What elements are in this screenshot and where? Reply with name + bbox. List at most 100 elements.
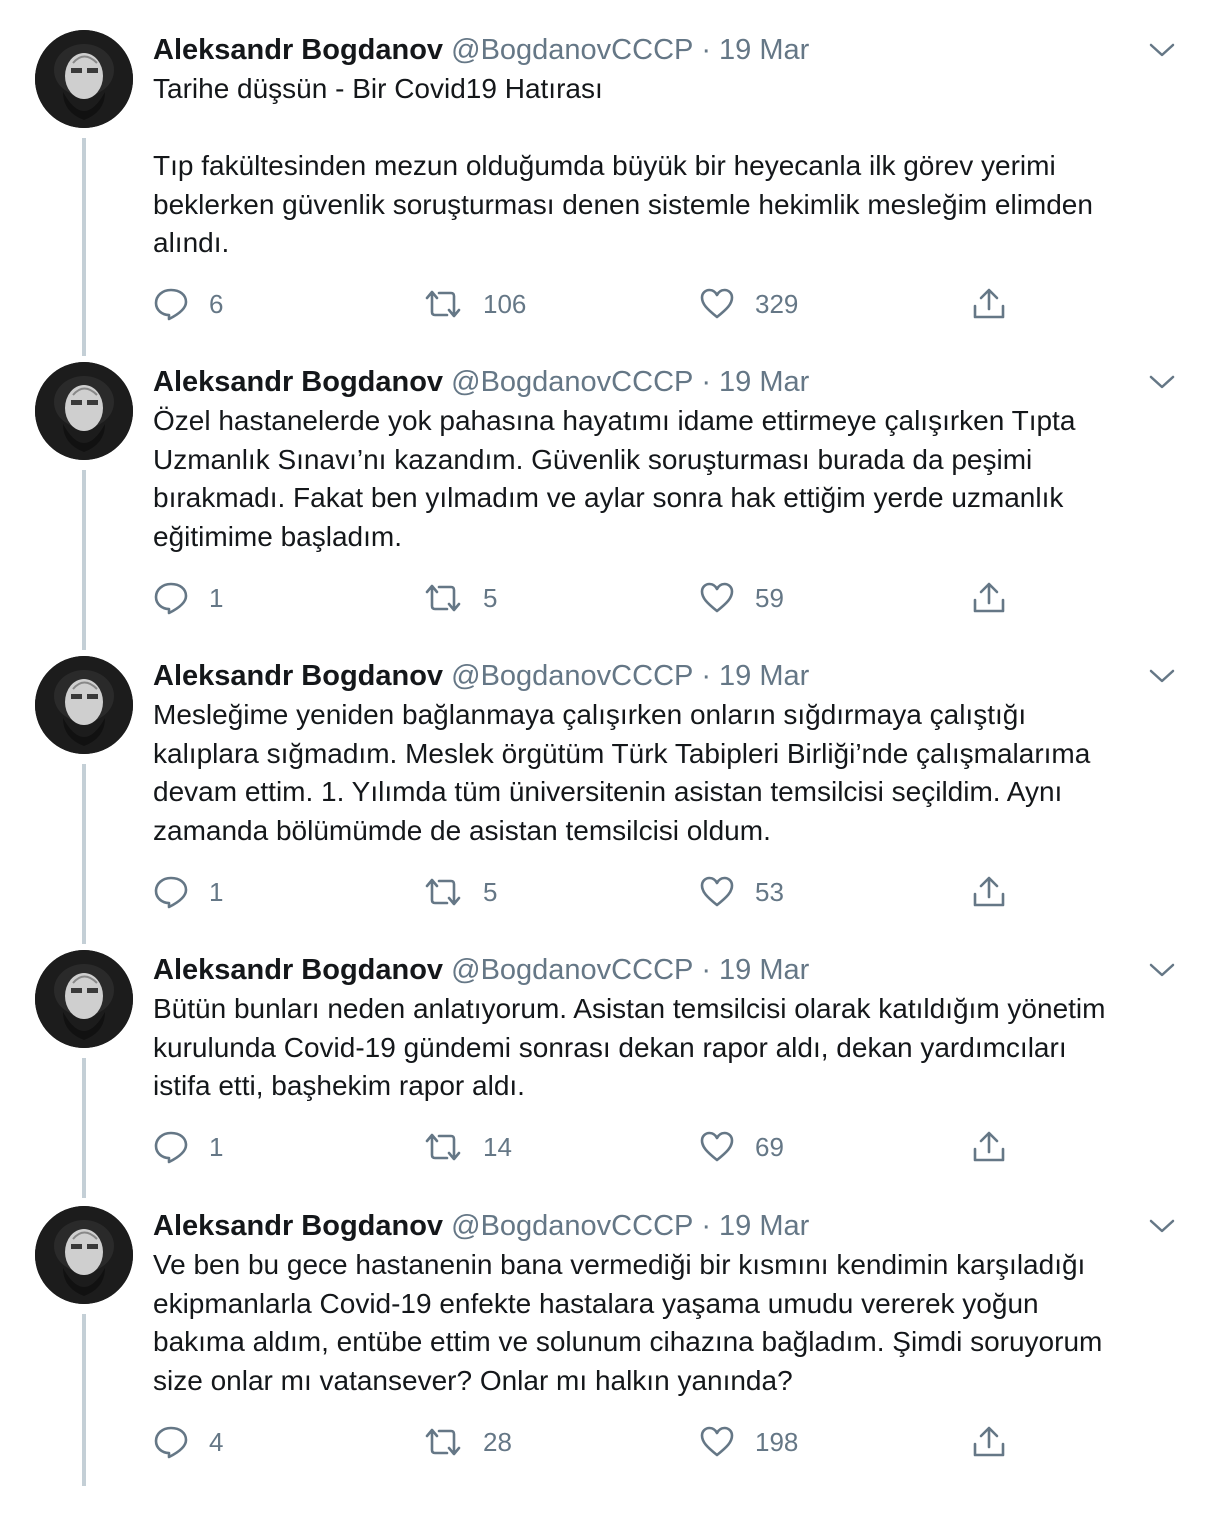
author-name[interactable]: Aleksandr Bogdanov (153, 366, 443, 398)
share-icon (971, 1424, 1007, 1460)
chevron-down-icon[interactable] (1148, 666, 1176, 686)
share-icon (971, 286, 1007, 322)
thread-line (82, 138, 86, 356)
tweet-text: Ve ben bu gece hastanenin bana vermediği… (153, 1249, 1103, 1396)
tweet-date[interactable]: 19 Mar (719, 34, 809, 66)
retweet-button[interactable]: 14 (423, 1127, 512, 1167)
reply-count: 1 (209, 1131, 224, 1162)
separator-dot: · (701, 954, 712, 986)
separator-dot: · (701, 660, 712, 692)
reply-icon (153, 1129, 189, 1165)
reply-icon (153, 874, 189, 910)
chevron-down-icon[interactable] (1148, 372, 1176, 392)
reply-button[interactable]: 6 (153, 284, 223, 324)
retweet-count: 5 (483, 876, 498, 907)
reply-count: 4 (209, 1426, 224, 1457)
reply-icon (153, 286, 189, 322)
tweet-actions: 1 14 69 (153, 1127, 1053, 1167)
thread-line (82, 1314, 86, 1486)
tweet-text: Bütün bunları neden anlatıyorum. Asistan… (153, 993, 1106, 1101)
avatar[interactable] (35, 1206, 133, 1304)
reply-button[interactable]: 4 (153, 1422, 223, 1462)
retweet-count: 28 (483, 1426, 512, 1457)
like-button[interactable]: 53 (699, 872, 784, 912)
heart-icon (699, 1424, 735, 1460)
author-handle[interactable]: @BogdanovCCCP (451, 34, 693, 66)
retweet-icon (423, 580, 463, 616)
thread-line (82, 764, 86, 944)
tweet-actions: 4 28 198 (153, 1422, 1053, 1462)
heart-icon (699, 286, 735, 322)
like-button[interactable]: 69 (699, 1127, 784, 1167)
avatar[interactable] (35, 362, 133, 460)
share-button[interactable] (971, 578, 1007, 618)
tweet-header: Aleksandr Bogdanov @BogdanovCCCP · 19 Mar (153, 362, 809, 402)
heart-icon (699, 1129, 735, 1165)
tweet-text: Mesleğime yeniden bağlanmaya çalışırken … (153, 699, 1091, 846)
share-icon (971, 874, 1007, 910)
author-handle[interactable]: @BogdanovCCCP (451, 660, 693, 692)
reply-count: 1 (209, 876, 224, 907)
tweet-date[interactable]: 19 Mar (719, 366, 809, 398)
like-button[interactable]: 198 (699, 1422, 798, 1462)
like-button[interactable]: 329 (699, 284, 798, 324)
reply-button[interactable]: 1 (153, 872, 223, 912)
retweet-icon (423, 1129, 463, 1165)
separator-dot: · (701, 34, 712, 66)
chevron-down-icon[interactable] (1148, 40, 1176, 60)
reply-count: 1 (209, 582, 224, 613)
reply-button[interactable]: 1 (153, 1127, 223, 1167)
reply-button[interactable]: 1 (153, 578, 223, 618)
tweet-date[interactable]: 19 Mar (719, 1210, 809, 1242)
share-button[interactable] (971, 284, 1007, 324)
retweet-count: 14 (483, 1131, 512, 1162)
separator-dot: · (701, 1210, 712, 1242)
retweet-button[interactable]: 106 (423, 284, 526, 324)
like-count: 198 (755, 1426, 799, 1457)
share-button[interactable] (971, 1127, 1007, 1167)
tweet-date[interactable]: 19 Mar (719, 660, 809, 692)
like-count: 53 (755, 876, 784, 907)
author-handle[interactable]: @BogdanovCCCP (451, 1210, 693, 1242)
share-icon (971, 1129, 1007, 1165)
author-name[interactable]: Aleksandr Bogdanov (153, 954, 443, 986)
chevron-down-icon[interactable] (1148, 960, 1176, 980)
author-handle[interactable]: @BogdanovCCCP (451, 954, 693, 986)
tweet-header: Aleksandr Bogdanov @BogdanovCCCP · 19 Mar (153, 656, 809, 696)
like-button[interactable]: 59 (699, 578, 784, 618)
author-name[interactable]: Aleksandr Bogdanov (153, 1210, 443, 1242)
tweet-actions: 6 106 329 (153, 284, 1053, 324)
author-name[interactable]: Aleksandr Bogdanov (153, 660, 443, 692)
heart-icon (699, 580, 735, 616)
retweet-count: 106 (483, 288, 527, 319)
thread-line (82, 470, 86, 650)
share-button[interactable] (971, 872, 1007, 912)
tweet-actions: 1 5 53 (153, 872, 1053, 912)
chevron-down-icon[interactable] (1148, 1216, 1176, 1236)
author-handle[interactable]: @BogdanovCCCP (451, 366, 693, 398)
like-count: 69 (755, 1131, 784, 1162)
tweet-date[interactable]: 19 Mar (719, 954, 809, 986)
avatar[interactable] (35, 30, 133, 128)
retweet-icon (423, 1424, 463, 1460)
author-name[interactable]: Aleksandr Bogdanov (153, 34, 443, 66)
like-count: 329 (755, 288, 799, 319)
separator-dot: · (701, 366, 712, 398)
avatar[interactable] (35, 950, 133, 1048)
heart-icon (699, 874, 735, 910)
share-button[interactable] (971, 1422, 1007, 1462)
thread-line (82, 1058, 86, 1198)
retweet-button[interactable]: 28 (423, 1422, 512, 1462)
like-count: 59 (755, 582, 784, 613)
share-icon (971, 580, 1007, 616)
reply-icon (153, 1424, 189, 1460)
reply-count: 6 (209, 288, 224, 319)
retweet-button[interactable]: 5 (423, 578, 497, 618)
retweet-icon (423, 874, 463, 910)
tweet-actions: 1 5 59 (153, 578, 1053, 618)
retweet-button[interactable]: 5 (423, 872, 497, 912)
tweet-header: Aleksandr Bogdanov @BogdanovCCCP · 19 Mar (153, 1206, 809, 1246)
tweet-header: Aleksandr Bogdanov @BogdanovCCCP · 19 Mar (153, 950, 809, 990)
tweet-header: Aleksandr Bogdanov @BogdanovCCCP · 19 Mar (153, 30, 809, 70)
avatar[interactable] (35, 656, 133, 754)
